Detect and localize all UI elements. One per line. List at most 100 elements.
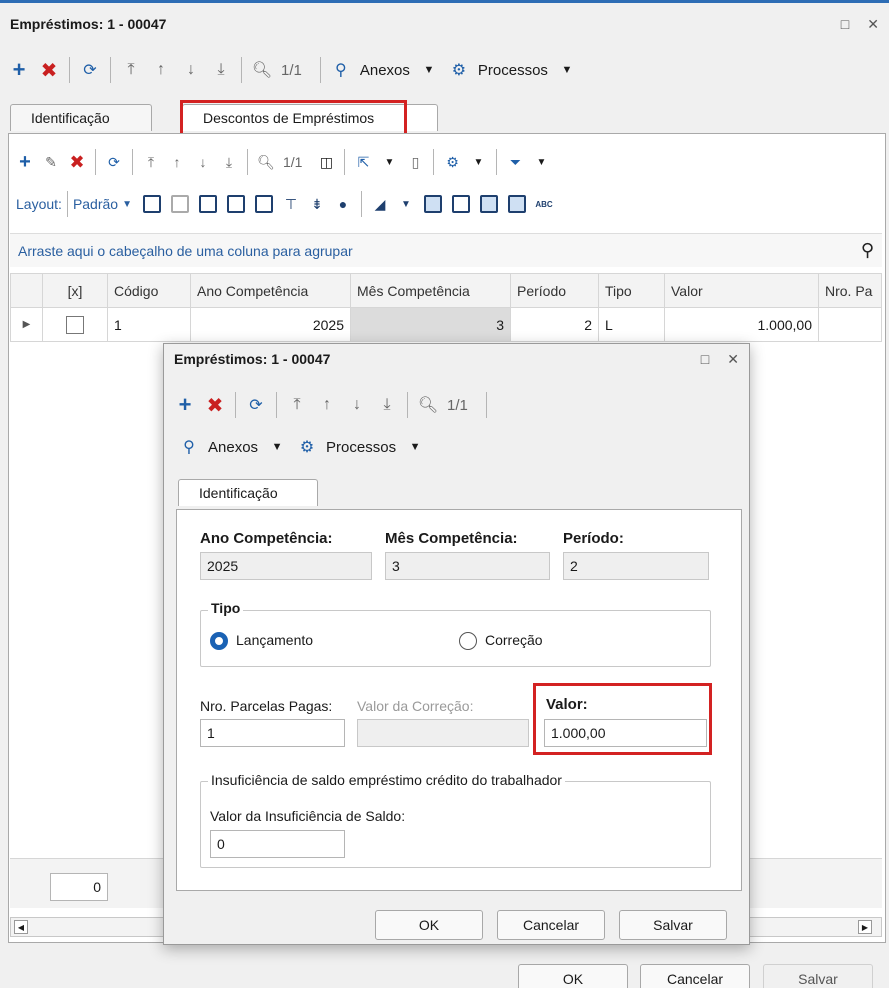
gear-icon[interactable]: ⚙ [442,152,462,172]
last-record-icon[interactable]: ⤓ [219,152,239,172]
mes-field[interactable]: 3 [385,552,550,580]
radio-correcao[interactable]: Correção [459,632,543,651]
tab-descontos-emprestimos[interactable]: Descontos de Empréstimos [182,104,438,131]
dialog-cancel-button[interactable]: Cancelar [497,910,605,940]
scroll-right-icon[interactable]: ▶ [858,920,872,934]
valor-field[interactable]: 1.000,00 [544,719,707,747]
dialog-save-button[interactable]: Salvar [619,910,727,940]
parcelas-field[interactable]: 1 [200,719,345,747]
chevron-down-icon[interactable]: ▼ [468,152,488,172]
add-icon[interactable]: + [8,57,30,82]
search-icon[interactable]: ⚲ [861,240,874,261]
close-icon[interactable]: ✕ [727,351,739,368]
chevron-down-icon[interactable]: ▼ [266,436,288,458]
column-header-ano[interactable]: Ano Competência [190,273,351,308]
layout-select[interactable]: Padrão [73,196,118,212]
cell-ano[interactable]: 2025 [190,307,351,342]
next-record-icon[interactable]: ↓ [193,152,213,172]
dialog-tab-identificacao[interactable]: Identificação [178,479,318,506]
cell-periodo[interactable]: 2 [510,307,599,342]
correcao-field[interactable] [357,719,529,747]
move-down-icon[interactable] [255,195,273,213]
column-header-nro-parcelas[interactable]: Nro. Pa [818,273,882,308]
add-icon[interactable]: + [174,392,196,417]
column-header-valor[interactable]: Valor [664,273,819,308]
chevron-down-icon[interactable]: ▼ [418,59,440,81]
split-icon[interactable] [452,195,470,213]
chevron-down-icon[interactable]: ▼ [404,436,426,458]
column-header-codigo[interactable]: Código [107,273,191,308]
cell-nro-parcelas[interactable] [818,307,882,342]
anexos-menu[interactable]: Anexos [360,62,410,79]
row-select-cell[interactable] [42,307,108,342]
header-toggle-icon[interactable] [480,195,498,213]
edit-icon[interactable]: ✎ [41,152,61,172]
search-icon[interactable]: 🔍︎ [417,394,439,416]
radio-lancamento[interactable]: Lançamento [210,632,313,651]
chevron-down-icon[interactable]: ▼ [396,194,416,214]
column-header-select[interactable]: [x] [42,273,108,308]
table-row[interactable]: ▶ 1 2025 3 2 L 1.000,00 [10,307,882,342]
cell-valor[interactable]: 1.000,00 [664,307,819,342]
row-checkbox[interactable] [66,315,84,334]
delete-icon[interactable]: ✖ [204,394,226,417]
main-cancel-button[interactable]: Cancelar [640,964,750,988]
enter-icon[interactable] [199,195,217,213]
dialog-ok-button[interactable]: OK [375,910,483,940]
column-header-tipo[interactable]: Tipo [598,273,665,308]
first-record-icon[interactable]: ⤒ [286,394,308,416]
restore-icon[interactable]: □ [841,16,849,33]
tab-identificacao[interactable]: Identificação [10,104,152,131]
delete-icon[interactable]: ✖ [67,152,87,172]
close-icon[interactable]: ✕ [867,16,879,33]
previous-record-icon[interactable]: ↑ [150,59,172,81]
insuficiencia-field[interactable]: 0 [210,830,345,858]
add-icon[interactable]: + [15,151,35,173]
abc-icon[interactable]: ABC [534,194,554,214]
pin-icon[interactable]: ⇟ [307,194,327,214]
filter-icon[interactable]: ⏷ [505,152,525,172]
processos-menu[interactable]: Processos [478,62,548,79]
paint-icon[interactable]: ⊤ [281,194,301,214]
next-record-icon[interactable]: ↓ [346,394,368,416]
chevron-down-icon[interactable]: ▼ [531,152,551,172]
refresh-icon[interactable]: ⟳ [104,152,124,172]
chevron-down-icon[interactable]: ▼ [379,152,399,172]
first-record-icon[interactable]: ⤒ [120,59,142,81]
footer-toggle-icon[interactable] [424,195,442,213]
dialog-anexos-menu[interactable]: Anexos [208,439,258,456]
first-record-icon[interactable]: ⤒ [141,152,161,172]
refresh-icon[interactable]: ⟳ [79,59,101,81]
chevron-down-icon[interactable]: ▼ [122,199,132,210]
chevron-down-icon[interactable]: ▼ [556,59,578,81]
main-save-button[interactable]: Salvar [763,964,873,988]
scroll-left-icon[interactable]: ◀ [14,920,28,934]
last-record-icon[interactable]: ⤓ [210,59,232,81]
previous-record-icon[interactable]: ↑ [167,152,187,172]
next-record-icon[interactable]: ↓ [180,59,202,81]
rows-icon[interactable] [508,195,526,213]
previous-record-icon[interactable]: ↑ [316,394,338,416]
group-by-bar[interactable]: Arraste aqui o cabeçalho de uma coluna p… [10,233,882,267]
refresh-icon[interactable]: ⟳ [245,394,267,416]
chart-icon[interactable]: ◢ [370,194,390,214]
radio-lancamento-icon[interactable] [210,632,228,651]
column-header-mes[interactable]: Mês Competência [350,273,511,308]
restore-icon[interactable]: □ [701,351,709,368]
export-icon[interactable]: ⇱ [353,152,373,172]
move-up-icon[interactable] [227,195,245,213]
main-ok-button[interactable]: OK [518,964,628,988]
add-row-icon[interactable] [143,195,161,213]
radio-correcao-icon[interactable] [459,632,477,651]
cell-tipo[interactable]: L [598,307,665,342]
dialog-processos-menu[interactable]: Processos [326,439,396,456]
search-icon[interactable]: 🔍︎ [256,152,276,172]
columns-icon[interactable]: ◫ [316,152,336,172]
column-header-periodo[interactable]: Período [510,273,599,308]
last-record-icon[interactable]: ⤓ [376,394,398,416]
delete-icon[interactable]: ✖ [38,59,60,82]
ano-field[interactable]: 2025 [200,552,372,580]
document-icon[interactable]: ▯ [405,152,425,172]
shapes-icon[interactable]: ● [333,194,353,214]
remove-row-icon[interactable] [171,195,189,213]
